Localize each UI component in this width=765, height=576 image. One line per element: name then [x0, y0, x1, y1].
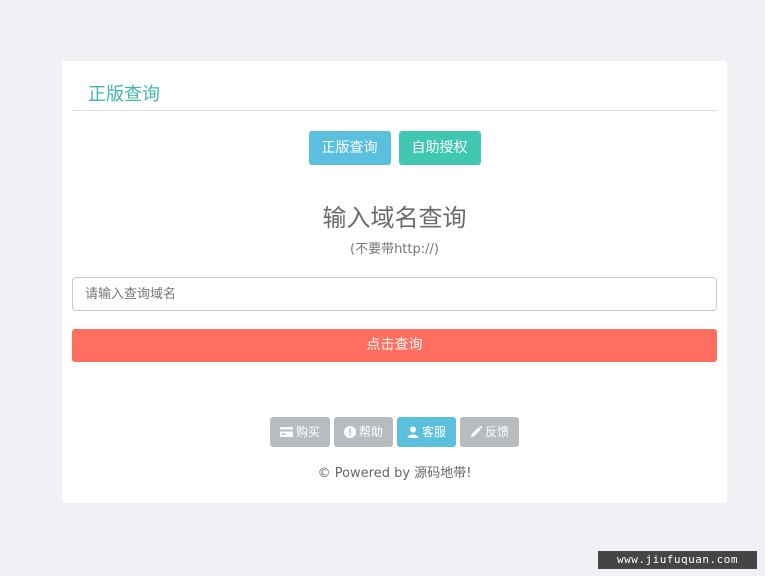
feedback-label: 反馈 — [485, 425, 510, 439]
card-title: 正版查询 — [88, 84, 160, 105]
domain-input[interactable] — [72, 277, 717, 311]
buy-button[interactable]: 购买 — [269, 417, 330, 447]
copyright-brand-link[interactable]: 源码地带! — [414, 466, 471, 481]
help-button[interactable]: 帮助 — [333, 417, 393, 447]
customer-service-label: 客服 — [422, 425, 447, 439]
query-card: 正版查询 正版查询 自助授权 输入域名查询 (不要带http://) 点击查询 … — [62, 61, 727, 503]
feedback-button[interactable]: 反馈 — [460, 417, 520, 447]
copyright-prefix: © Powered by — [317, 466, 415, 481]
site-watermark: www.jiufuquan.com — [598, 551, 757, 569]
query-submit-button[interactable]: 点击查询 — [72, 329, 717, 362]
exclamation-circle-icon — [343, 426, 356, 438]
tab-self-authorize[interactable]: 自助授权 — [398, 131, 481, 165]
tab-genuine-query[interactable]: 正版查询 — [308, 131, 391, 165]
footer-button-bar: 购买 帮助 客服 反馈 — [62, 417, 727, 447]
buy-label: 购买 — [295, 425, 320, 439]
copyright-text: © Powered by 源码地带! — [62, 464, 727, 484]
title-divider — [72, 110, 717, 111]
tab-bar: 正版查询 自助授权 — [62, 131, 727, 165]
page-subheading: (不要带http://) — [350, 242, 439, 257]
credit-card-icon — [279, 427, 293, 437]
pencil-icon — [470, 426, 483, 438]
help-label: 帮助 — [358, 425, 383, 439]
user-icon — [407, 426, 419, 438]
page-heading: 输入域名查询 — [322, 204, 467, 232]
customer-service-button[interactable]: 客服 — [397, 417, 457, 447]
